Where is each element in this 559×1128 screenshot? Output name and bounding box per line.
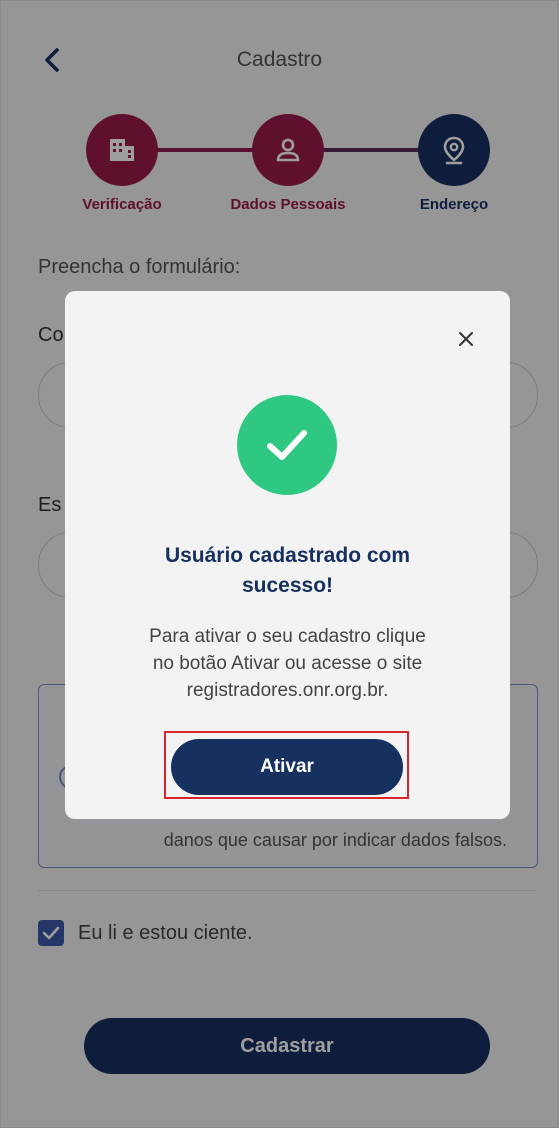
modal-title-line-2: sucesso! bbox=[241, 574, 334, 597]
close-button[interactable] bbox=[452, 325, 480, 353]
close-icon bbox=[459, 332, 473, 346]
modal-message-line-1: Para ativar o seu cadastro clique bbox=[149, 626, 426, 647]
modal-message-line-2: no botão Ativar ou acesse o site bbox=[152, 653, 423, 674]
modal-title: Usuário cadastrado com sucesso! bbox=[65, 541, 510, 601]
modal-message-line-3: registradores.onr.org.br. bbox=[186, 680, 389, 701]
modal-message: Para ativar o seu cadastro clique no bot… bbox=[95, 623, 480, 704]
modal-title-line-1: Usuário cadastrado com bbox=[164, 544, 411, 567]
check-circle-icon bbox=[237, 395, 337, 495]
registration-screen: Cadastro Verificação Dados Pessoais Ende… bbox=[0, 0, 559, 1128]
checkmark-icon bbox=[267, 430, 307, 460]
highlight-box bbox=[164, 731, 409, 799]
